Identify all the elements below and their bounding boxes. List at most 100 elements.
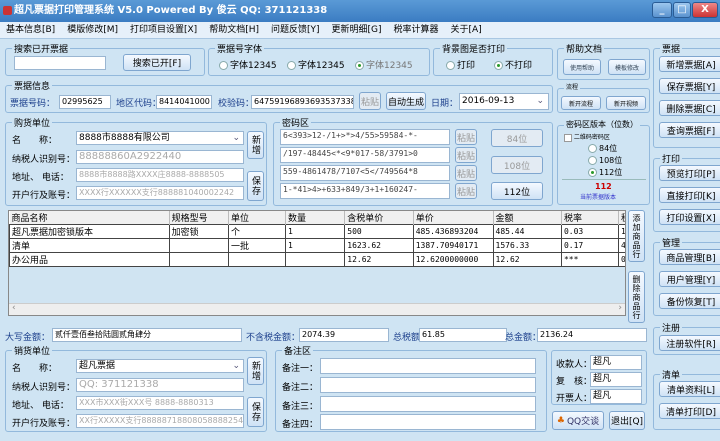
font-option-1[interactable]: 字体12345 (219, 58, 277, 71)
direct-print-button[interactable]: 直接打印[K] (659, 187, 720, 203)
table-cell[interactable] (168, 238, 229, 253)
date-picker[interactable]: 2016-09-13 ⌄ (459, 93, 549, 110)
scroll-left-icon[interactable]: ‹ (12, 303, 16, 313)
table-cell[interactable]: 1576.33 (492, 238, 562, 253)
buyer-bank-input[interactable]: XXXX行XXXXXX支行888881040002242 (76, 186, 244, 200)
table-row[interactable]: 清单 一批11623.621387.709401711576.330.1747.2… (9, 238, 625, 253)
usage-help-button[interactable]: 使用帮助 (563, 59, 601, 75)
table-cell[interactable]: 12.6200000000 (412, 252, 494, 267)
seller-name-select[interactable]: 超凡票据 ⌄ (76, 359, 244, 373)
table-row[interactable]: 超凡票据加密锁版本 加密锁个 1 500 485.436893204 485.44 0.03… (9, 224, 625, 239)
column-header[interactable]: 数量 (285, 211, 346, 225)
seller-address-input[interactable]: XXX市XXX街XXX号 8888-8880313 (76, 396, 244, 410)
register-button[interactable]: 注册软件[R] (659, 335, 720, 351)
qq-chat-button[interactable]: ♣ QQ交谈 (552, 411, 604, 430)
table-cell[interactable]: 12.62 (344, 252, 414, 267)
cipher-line-2[interactable]: /197-48445<*<9*017-58/3791>0 (280, 147, 450, 163)
exit-button[interactable]: 退出[Q] (609, 411, 645, 430)
table-cell[interactable]: 47.29 (617, 238, 625, 253)
print-bg-option[interactable]: 打印 (446, 58, 475, 71)
table-cell[interactable]: 14.56 (617, 224, 625, 239)
menu-tax-calc[interactable]: 税率计算器 (394, 25, 439, 35)
table-cell[interactable]: 1387.70940171 (412, 238, 494, 253)
menu-changelog[interactable]: 更新明细[G] (332, 25, 382, 35)
column-header[interactable]: 金额 (493, 211, 562, 225)
column-header[interactable]: 商品名称 (9, 211, 170, 225)
cipher-line-3[interactable]: 559-4861478/7107<5</749564*8 (280, 165, 450, 181)
save-ticket-button[interactable]: 保存票据[Y] (659, 78, 720, 94)
table-cell[interactable]: 500 (344, 224, 414, 239)
seller-add-button[interactable]: 新增 (247, 357, 264, 385)
column-header[interactable]: 税额 (618, 211, 625, 225)
table-cell[interactable]: 485.44 (492, 224, 562, 239)
seller-bank-input[interactable]: XX行XXXXX支行8888871880805888825400 (76, 414, 244, 428)
cipher-line-4[interactable]: 1-*41>4>+633+849/3+1+160247- (280, 183, 450, 199)
version-112-radio[interactable]: 112位 (588, 167, 622, 178)
menu-feedback[interactable]: 问题反馈[Y] (271, 25, 320, 35)
table-cell[interactable] (168, 252, 229, 267)
table-cell[interactable] (227, 252, 286, 267)
buyer-save-button[interactable]: 保存 (247, 171, 264, 201)
table-cell[interactable]: 1 (284, 238, 346, 253)
cipher-84-button[interactable]: 84位 (491, 129, 543, 147)
seller-tax-input[interactable]: QQ: 371121338 (76, 378, 244, 392)
buyer-add-button[interactable]: 新增 (247, 131, 264, 159)
seller-save-button[interactable]: 保存 (247, 397, 264, 427)
buyer-tax-input[interactable]: 88888860A2922440 (76, 150, 244, 164)
capital-amount-input[interactable]: 贰仟壹佰叁拾陆圆贰角肆分 (52, 328, 242, 342)
table-cell[interactable]: 超凡票据加密锁版本 (9, 224, 170, 239)
total-tax-input[interactable]: 61.85 (419, 328, 507, 342)
cipher-paste-4[interactable]: 粘贴 (455, 183, 477, 199)
cipher-112-button[interactable]: 112位 (491, 182, 543, 200)
area-code-input[interactable]: 8414041000 (156, 95, 212, 109)
version-108-radio[interactable]: 108位 (588, 155, 622, 166)
column-header[interactable]: 单价 (413, 211, 494, 225)
menu-basic-info[interactable]: 基本信息[B] (6, 25, 55, 35)
table-cell[interactable]: 一批 (227, 238, 286, 253)
backup-restore-button[interactable]: 备份恢复[T] (659, 293, 720, 309)
paste-button[interactable]: 粘贴 (359, 92, 381, 110)
search-input[interactable] (14, 56, 106, 70)
remark-4-input[interactable] (320, 414, 536, 430)
user-manage-button[interactable]: 用户管理[Y] (659, 271, 720, 287)
remark-2-input[interactable] (320, 377, 536, 393)
delete-row-button[interactable]: 删除商品行 (628, 271, 645, 323)
buyer-name-select[interactable]: 8888市8888有限公司 ⌄ (76, 131, 244, 145)
table-cell[interactable]: 12.62 (492, 252, 562, 267)
table-cell[interactable]: 办公用品 (9, 252, 170, 267)
print-settings-button[interactable]: 打印设置[X] (659, 209, 720, 225)
version-84-radio[interactable]: 84位 (588, 143, 617, 154)
minimize-button[interactable]: _ (652, 2, 672, 18)
table-cell[interactable]: 0.03 (560, 224, 619, 239)
table-cell[interactable]: 加密锁 (168, 224, 229, 239)
payee-input[interactable]: 超凡 (590, 355, 642, 370)
menu-about[interactable]: 关于[A] (451, 25, 482, 35)
product-manage-button[interactable]: 商品管理[B] (659, 249, 720, 265)
total-amount-input[interactable]: 2136.24 (537, 328, 647, 342)
table-cell[interactable]: 清单 (9, 238, 170, 253)
menu-print-items[interactable]: 打印项目设置[X] (130, 25, 197, 35)
list-data-button[interactable]: 清单资料[L] (659, 381, 720, 397)
table-row[interactable]: 办公用品12.6212.620000000012.62***0.00 (9, 252, 625, 267)
qr-cipher-checkbox[interactable]: 二维码密码区 (564, 132, 610, 142)
font-option-3[interactable]: 字体12345 (355, 58, 413, 71)
cipher-paste-1[interactable]: 粘贴 (455, 129, 477, 145)
menu-template[interactable]: 模版修改[M] (67, 25, 118, 35)
reviewer-input[interactable]: 超凡 (590, 372, 642, 387)
cipher-line-1[interactable]: 6<393>12-/1+>*>4/55>59584-*- (280, 129, 450, 145)
check-code-input[interactable]: 64759196893693537338 (251, 95, 354, 109)
table-cell[interactable]: *** (560, 252, 619, 267)
column-header[interactable]: 税率 (561, 211, 619, 225)
delete-ticket-button[interactable]: 删除票据[C] (659, 100, 720, 116)
query-ticket-button[interactable]: 查询票据[F] (659, 122, 720, 138)
new-video-button[interactable]: 新开视频 (606, 96, 646, 110)
add-row-button[interactable]: 添加商品行 (628, 210, 645, 262)
cipher-paste-3[interactable]: 粘贴 (455, 165, 477, 181)
table-cell[interactable]: 1623.62 (344, 238, 414, 253)
horizontal-scrollbar[interactable]: ‹ › (9, 303, 625, 315)
cipher-108-button[interactable]: 108位 (491, 156, 543, 174)
column-header[interactable]: 含税单价 (344, 211, 414, 225)
column-header[interactable]: 规格型号 (169, 211, 229, 225)
auto-generate-button[interactable]: 自动生成 (386, 92, 426, 110)
cipher-paste-2[interactable]: 粘贴 (455, 147, 477, 163)
